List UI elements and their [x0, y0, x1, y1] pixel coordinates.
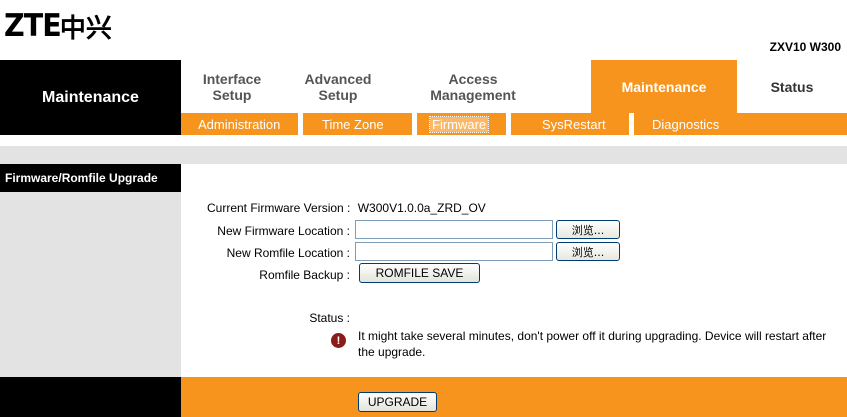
status-label: Status :: [309, 311, 350, 325]
tab-label-line2: Setup: [318, 86, 358, 103]
romfile-backup-label: Romfile Backup :: [259, 268, 350, 282]
logo-zte-text: ZTE: [4, 8, 62, 44]
tab-interface-setup[interactable]: Interface Setup: [181, 60, 283, 113]
new-firmware-label: New Firmware Location :: [217, 224, 350, 238]
romfile-browse-button[interactable]: 浏览...: [556, 242, 620, 261]
logo-cn-text: 中兴: [59, 13, 112, 44]
subnav-diagnostics[interactable]: Diagnostics: [652, 113, 719, 135]
subnav-separator: [506, 113, 511, 135]
subnav-firmware-label: Firmware: [428, 115, 490, 133]
current-version-value: W300V1.0.0a_ZRD_OV: [357, 201, 486, 215]
current-version-label: Current Firmware Version :: [207, 201, 351, 215]
tab-maintenance[interactable]: Maintenance: [591, 60, 737, 113]
sidebar-panel: [0, 192, 181, 377]
subnav-firmware[interactable]: Firmware: [428, 113, 490, 135]
subnav-separator: [629, 113, 634, 135]
tab-label: Maintenance: [621, 78, 707, 95]
tab-advanced-setup[interactable]: Advanced Setup: [283, 60, 393, 113]
tab-label-line2: Management: [430, 86, 516, 103]
subnav-sysrestart[interactable]: SysRestart: [542, 113, 606, 135]
zte-logo: ZTE 中兴: [4, 6, 112, 46]
new-romfile-label: New Romfile Location :: [226, 246, 350, 260]
tab-label-line1: Access: [448, 70, 498, 87]
content-header-strip: [0, 146, 847, 164]
bottom-bar: [181, 377, 847, 417]
tab-status[interactable]: Status: [737, 60, 847, 113]
exclamation-circle-icon: !: [331, 333, 346, 348]
tab-access-management[interactable]: Access Management: [393, 60, 553, 113]
subnav-separator: [412, 113, 417, 135]
tab-label: Status: [770, 78, 814, 95]
current-version-row: Current Firmware Version : W300V1.0.0a_Z…: [207, 201, 486, 215]
section-title: Maintenance: [0, 60, 181, 135]
subnav-time-zone[interactable]: Time Zone: [322, 113, 384, 135]
subnav-separator: [298, 113, 303, 135]
tab-label-line2: Setup: [212, 86, 252, 103]
sidebar-section-label: Firmware/Romfile Upgrade: [0, 164, 181, 192]
device-model: ZXV10 W300: [769, 40, 841, 54]
upgrade-button[interactable]: UPGRADE: [358, 392, 437, 412]
bottom-bar-left: [0, 377, 181, 417]
romfile-save-button[interactable]: ROMFILE SAVE: [359, 263, 480, 283]
subnav-administration[interactable]: Administration: [198, 113, 280, 135]
tab-label-line1: Advanced: [304, 70, 372, 87]
status-message: It might take several minutes, don't pow…: [358, 328, 838, 360]
subnav-bar: [181, 113, 847, 135]
new-firmware-input[interactable]: [355, 220, 553, 239]
status-message-line2: the upgrade.: [358, 345, 426, 359]
firmware-browse-button[interactable]: 浏览...: [556, 220, 620, 239]
new-romfile-input[interactable]: [355, 242, 553, 261]
status-message-line1: It might take several minutes, don't pow…: [358, 329, 827, 343]
tab-label-line1: Interface: [202, 70, 262, 87]
